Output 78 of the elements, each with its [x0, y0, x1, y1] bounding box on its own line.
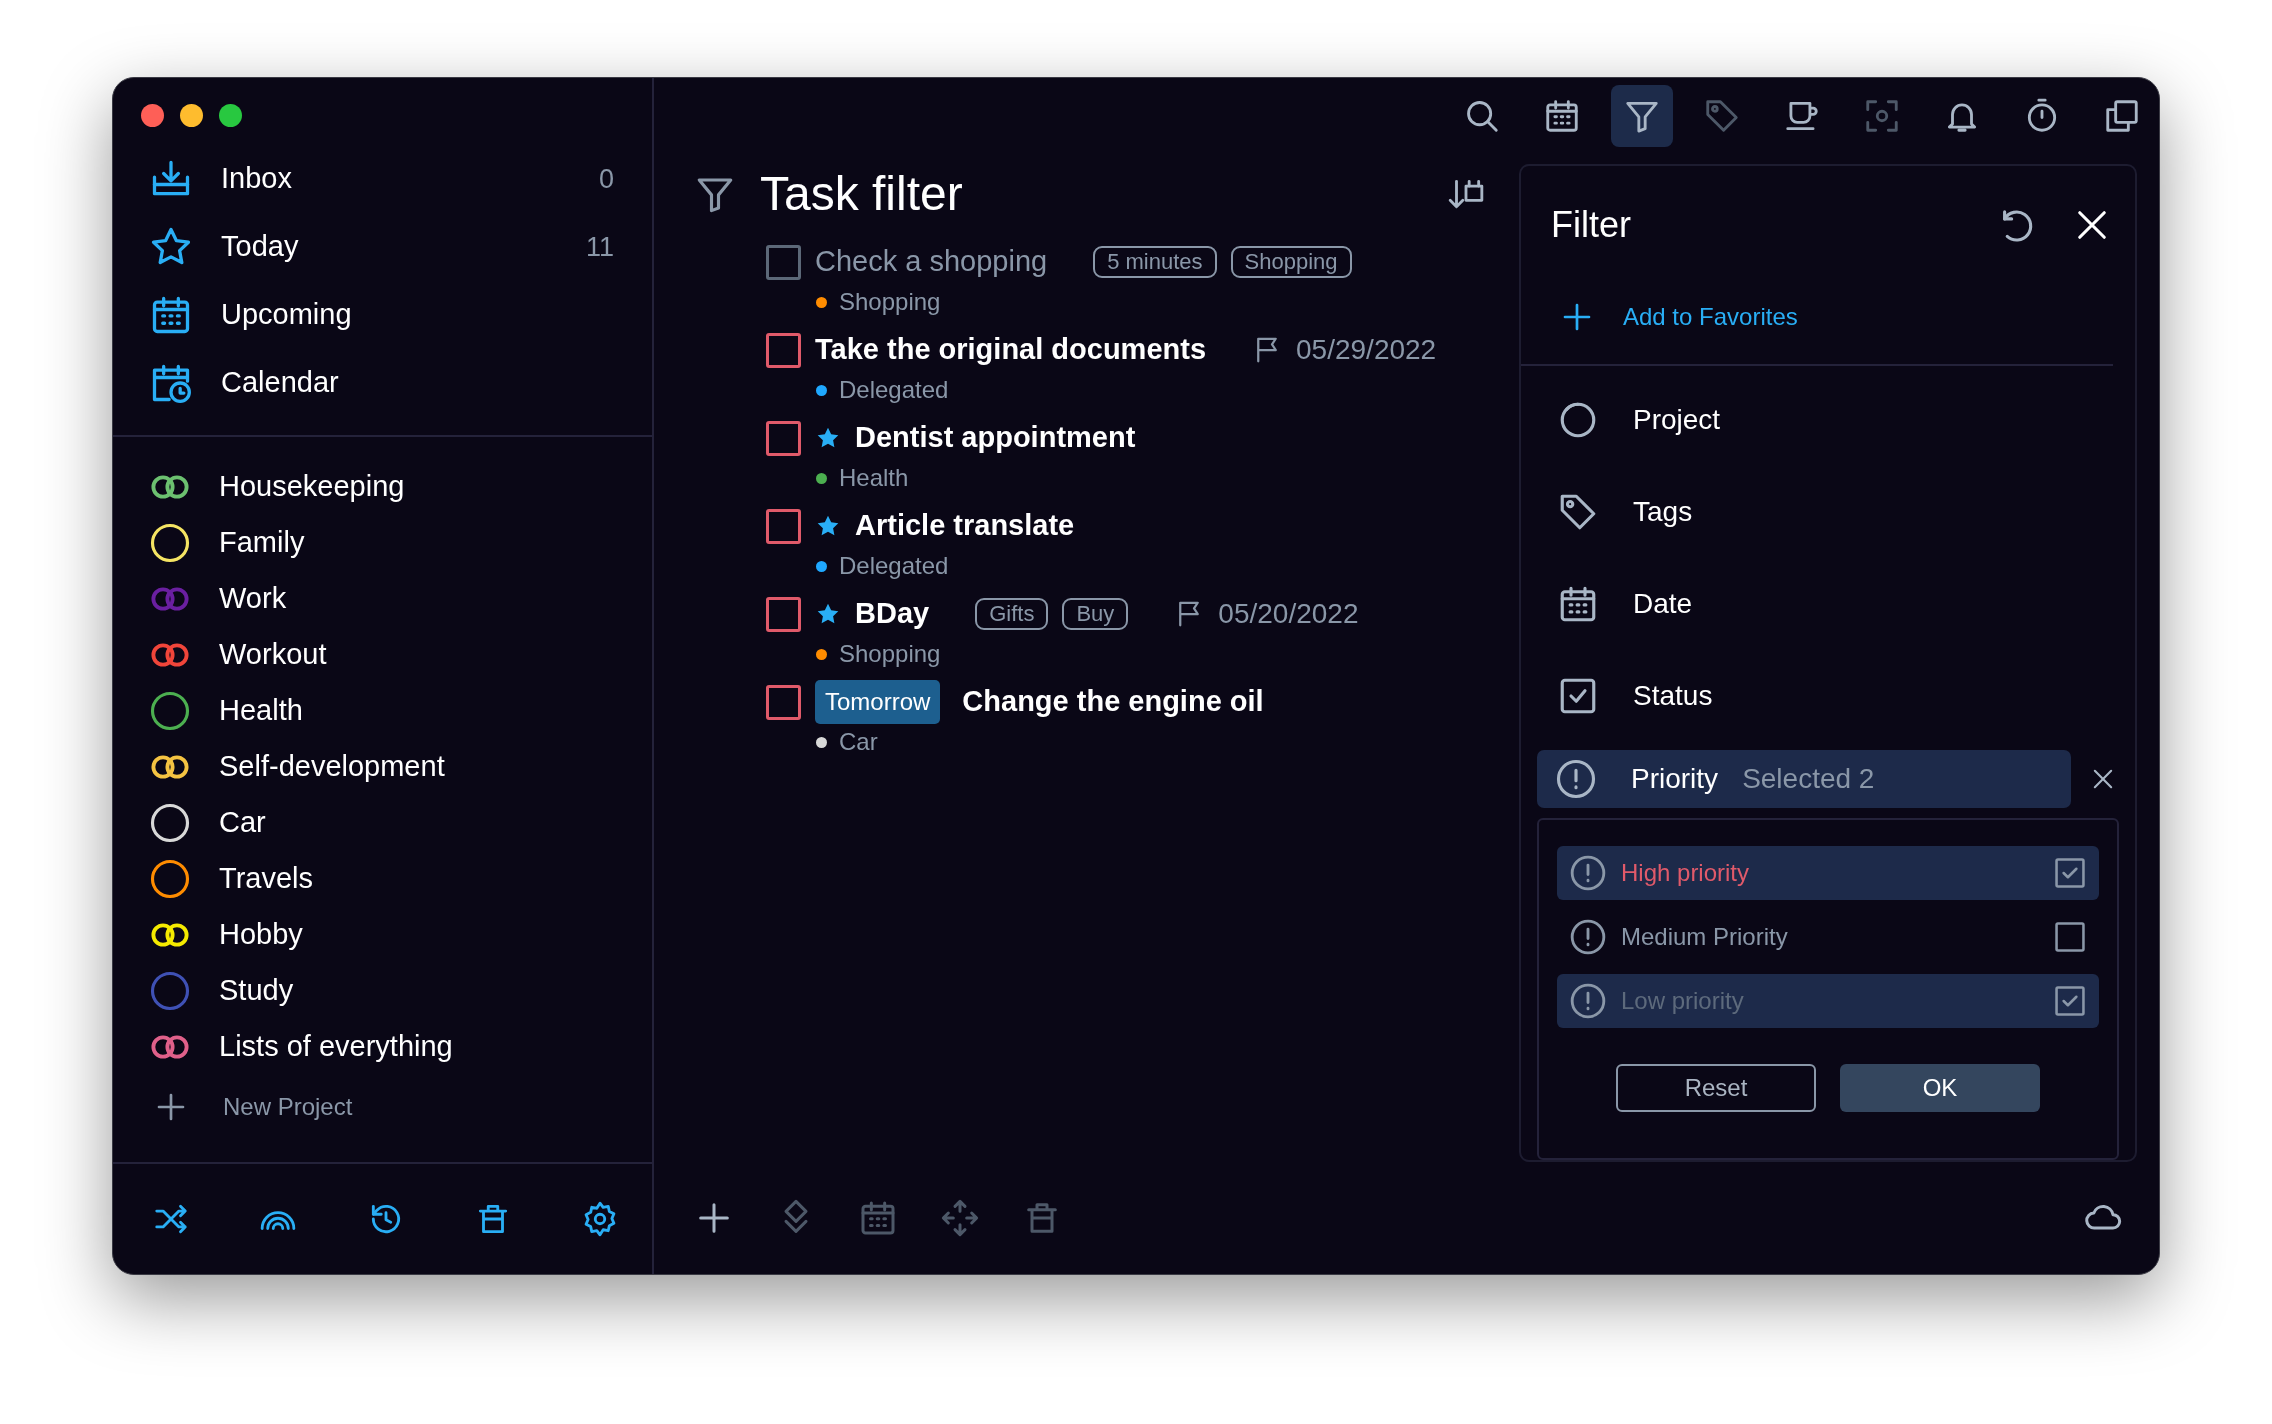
filter-criterion[interactable]: Status — [1521, 650, 2135, 742]
task-project: Health — [839, 463, 909, 493]
tag-icon — [1703, 97, 1741, 135]
task-project: Delegated — [839, 551, 949, 581]
page-title: Task filter — [760, 166, 963, 223]
task-title: Article translate — [855, 508, 1075, 544]
checked-box-icon — [2053, 856, 2087, 890]
exclamation-icon — [1569, 854, 1607, 892]
due-date: 05/20/2022 — [1218, 597, 1359, 631]
task-tag: Shopping — [1230, 246, 1352, 278]
filter-button[interactable] — [1611, 85, 1673, 147]
sidebar-item[interactable]: Calendar — [113, 349, 652, 417]
task-checkbox[interactable] — [766, 684, 801, 720]
task-checkbox[interactable] — [766, 244, 801, 280]
option-checkbox[interactable] — [2053, 856, 2087, 890]
project-item[interactable]: Car — [113, 795, 652, 851]
task-project: Car — [839, 727, 878, 757]
task-title: Dentist appointment — [855, 420, 1136, 456]
project-item[interactable]: Lists of everything — [113, 1019, 652, 1075]
add-favorites-link[interactable]: Add to Favorites — [1521, 270, 2113, 366]
task-checkbox[interactable] — [766, 508, 801, 544]
project-item[interactable]: Hobby — [113, 907, 652, 963]
task-title: Change the engine oil — [962, 684, 1264, 720]
project-item[interactable]: Family — [113, 515, 652, 571]
project-item[interactable]: Self-development — [113, 739, 652, 795]
move-icon — [940, 1198, 980, 1238]
project-item[interactable]: Workout — [113, 627, 652, 683]
task-checkbox[interactable] — [766, 332, 801, 368]
new-project-link[interactable]: New Project — [113, 1075, 652, 1139]
item-count: 0 — [598, 162, 614, 196]
ok-button[interactable]: OK — [1840, 1064, 2040, 1112]
calendar-icon — [1543, 97, 1581, 135]
panel-title: Filter — [1551, 203, 1631, 247]
project-item[interactable]: Study — [113, 963, 652, 1019]
task-project: Shopping — [839, 287, 941, 317]
task-checkbox[interactable] — [766, 596, 801, 632]
task-project: Delegated — [839, 375, 949, 405]
option-checkbox[interactable] — [2053, 920, 2087, 954]
option-label: Low priority — [1621, 986, 1744, 1016]
project-item[interactable]: Health — [113, 683, 652, 739]
task-title: Take the original documents — [815, 332, 1207, 368]
project-item[interactable]: Travels — [113, 851, 652, 907]
task-tag: Buy — [1062, 598, 1129, 630]
filter-criterion[interactable]: Project — [1521, 374, 2135, 466]
priority-option[interactable]: Medium Priority — [1557, 910, 2099, 964]
exclamation-icon — [1569, 982, 1607, 1020]
selection-summary: Selected 2 — [1742, 762, 1875, 796]
filter-criterion[interactable]: Tags — [1521, 466, 2135, 558]
exclamation-icon — [1569, 918, 1607, 956]
priority-option[interactable]: High priority — [1557, 846, 2099, 900]
task-project: Shopping — [839, 639, 941, 669]
filter-criterion[interactable]: Priority Selected 2 — [1537, 750, 2071, 808]
sidebar-item[interactable]: Inbox 0 — [113, 145, 652, 213]
close-window-button[interactable] — [141, 104, 164, 127]
task-title: BDay — [855, 596, 930, 632]
minimize-window-button[interactable] — [180, 104, 203, 127]
sidebar-item[interactable]: Upcoming — [113, 281, 652, 349]
due-date: 05/29/2022 — [1296, 333, 1437, 367]
empty-box-icon — [2053, 920, 2087, 954]
task-checkbox[interactable] — [766, 420, 801, 456]
checked-box-icon — [2053, 984, 2087, 1018]
sidebar-item[interactable]: Today 11 — [113, 213, 652, 281]
filter-criterion[interactable]: Date — [1521, 558, 2135, 650]
item-count: 11 — [585, 230, 614, 264]
zoom-window-button[interactable] — [219, 104, 242, 127]
task-tag: 5 minutes — [1093, 246, 1217, 278]
option-label: Medium Priority — [1621, 922, 1788, 952]
option-label: High priority — [1621, 858, 1750, 888]
option-checkbox[interactable] — [2053, 984, 2087, 1018]
task-title: Check a shopping — [815, 244, 1048, 280]
copy-icon — [2103, 97, 2141, 135]
reset-button[interactable]: Reset — [1616, 1064, 1816, 1112]
exclamation-icon — [1555, 758, 1597, 800]
project-item[interactable]: Housekeeping — [113, 459, 652, 515]
project-item[interactable]: Work — [113, 571, 652, 627]
task-tag: Gifts — [975, 598, 1049, 630]
focus-icon — [1863, 97, 1901, 135]
due-label: Tomorrow — [815, 680, 941, 724]
